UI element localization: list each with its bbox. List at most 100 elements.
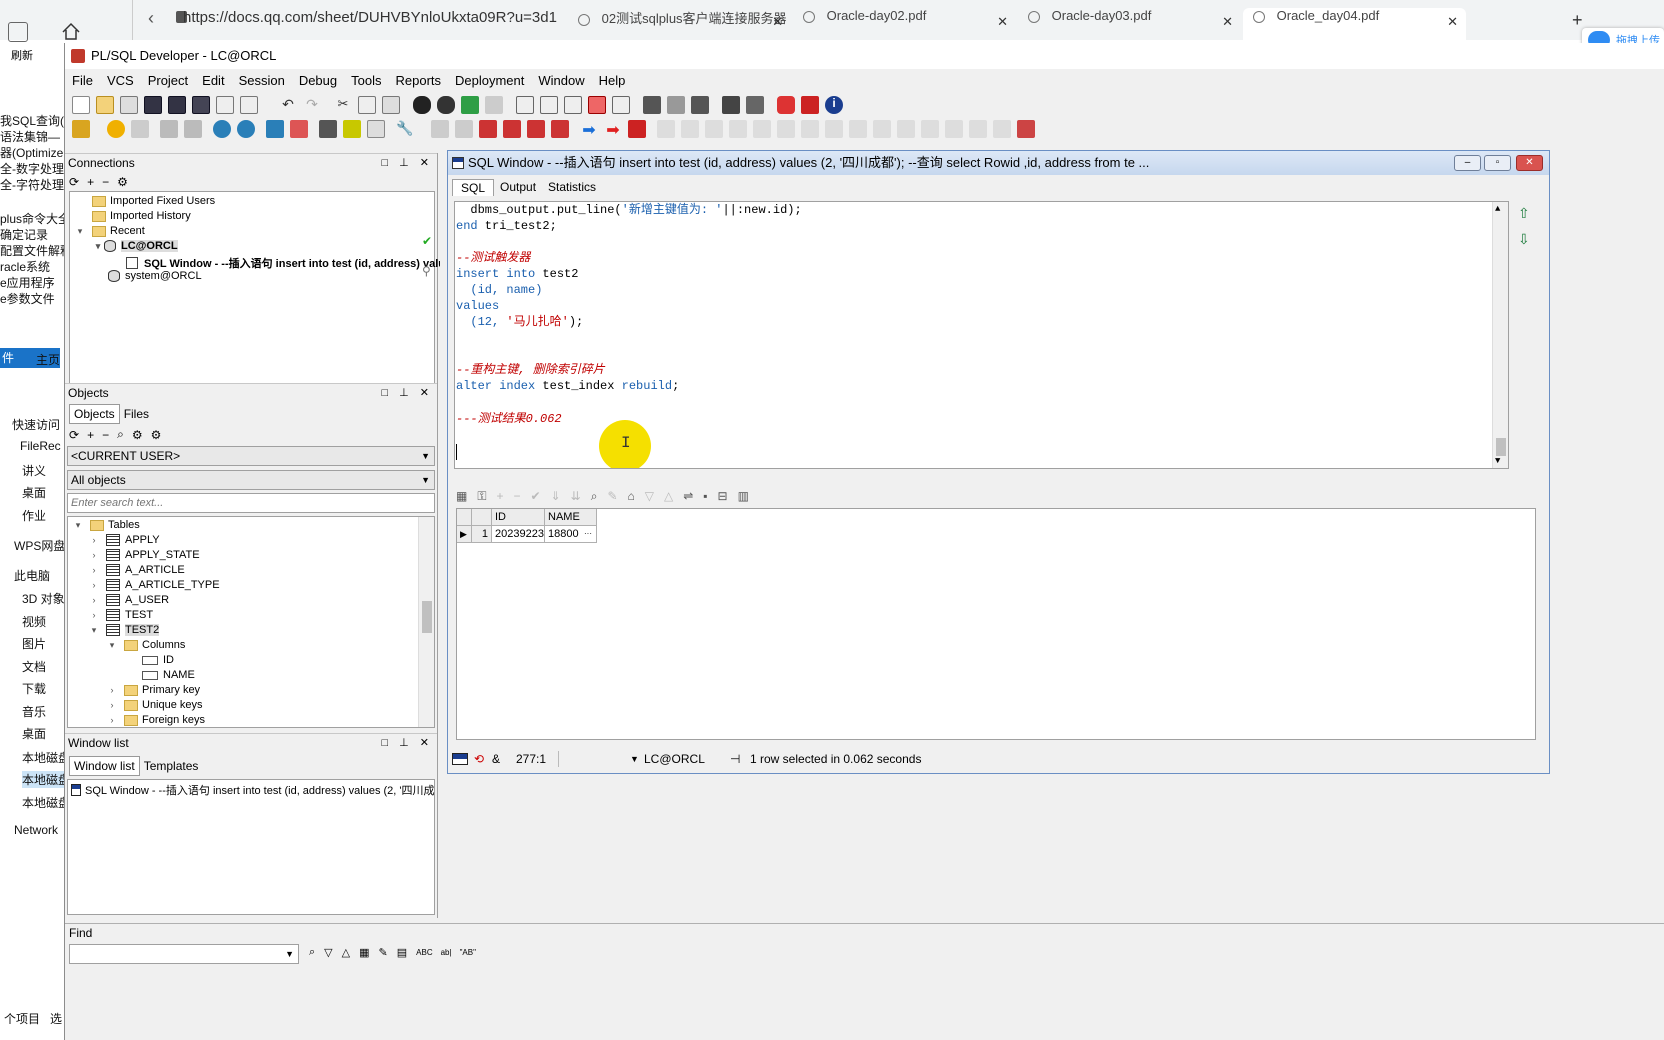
grid-select-icon[interactable]: ▦ — [456, 489, 477, 503]
cell-id[interactable]: 20239223 — [492, 526, 545, 543]
user-select[interactable]: <CURRENT USER> ▼ — [67, 446, 435, 466]
cell-name[interactable]: 18800 — [545, 526, 583, 543]
delete-record-icon[interactable]: − — [514, 489, 531, 503]
rollback-icon[interactable] — [184, 120, 202, 138]
add-record-icon[interactable]: + — [496, 489, 513, 503]
tool-f-icon[interactable] — [551, 120, 569, 138]
folder-item[interactable]: 作业 — [22, 507, 46, 524]
back-icon[interactable]: ‹ — [148, 8, 154, 29]
find-up-icon[interactable]: △ — [342, 946, 359, 959]
tab-files[interactable]: Files — [120, 405, 153, 423]
menu-vcs[interactable]: VCS — [100, 71, 141, 91]
scrollbar-thumb[interactable] — [1496, 438, 1506, 456]
tile-icon[interactable] — [746, 96, 764, 114]
chevron-down-icon[interactable]: ▼ — [630, 748, 639, 770]
tab-output[interactable]: Output — [494, 179, 542, 195]
add-icon[interactable]: + — [87, 428, 102, 442]
panel-controls[interactable]: □ ⊥ ✕ — [381, 734, 433, 752]
uppercase-icon[interactable] — [612, 96, 630, 114]
explorer-item[interactable]: 语法集锦— — [0, 128, 60, 145]
debug-k-icon[interactable] — [897, 120, 915, 138]
debug-f-icon[interactable] — [777, 120, 795, 138]
tree-node-table[interactable]: › A_ARTICLE_TYPE — [88, 579, 220, 591]
info-icon[interactable]: i — [825, 96, 843, 114]
explorer-item[interactable]: 全-字符处理 — [0, 176, 64, 193]
add-icon[interactable]: + — [87, 175, 102, 189]
folder-item[interactable]: 文档 — [22, 658, 46, 675]
find-icon[interactable] — [413, 96, 431, 114]
chevron-right-icon[interactable]: › — [88, 550, 100, 560]
wps-drive-item[interactable]: WPS网盘 — [14, 537, 64, 554]
new-tab-icon[interactable]: + — [1572, 10, 1583, 31]
minimize-button[interactable]: – — [1454, 155, 1481, 171]
tree-node-table[interactable]: › APPLY_STATE — [88, 549, 200, 561]
properties-icon[interactable]: ⚙ — [117, 175, 136, 189]
whole-word-icon[interactable]: ab| — [441, 948, 452, 957]
arrow-right-blue-icon[interactable]: ➡ — [580, 120, 598, 139]
chevron-right-icon[interactable]: › — [106, 700, 118, 710]
refresh-icon[interactable]: ⟳ — [69, 175, 87, 189]
tree-node-table[interactable]: › TEST — [88, 609, 153, 621]
redo-icon[interactable]: ↷ — [303, 96, 321, 114]
tab-templates[interactable]: Templates — [140, 757, 203, 775]
network-item[interactable]: Network — [14, 823, 58, 837]
cascade-icon[interactable] — [722, 96, 740, 114]
debug-b-icon[interactable] — [681, 120, 699, 138]
lock-icon[interactable]: ⚿ — [477, 489, 496, 504]
chevron-down-icon[interactable]: ▾ — [88, 625, 100, 636]
window3-icon[interactable] — [691, 96, 709, 114]
menu-edit[interactable]: Edit — [195, 71, 231, 91]
debug-i-icon[interactable] — [849, 120, 867, 138]
vertical-scrollbar[interactable] — [418, 517, 434, 727]
chevron-down-icon[interactable]: ▾ — [92, 241, 104, 252]
this-pc-item[interactable]: 此电脑 — [14, 567, 50, 584]
arrow-down-green-icon[interactable]: ⇩ — [1518, 231, 1530, 248]
object-filter-select[interactable]: All objects ▼ — [67, 470, 435, 490]
folder-item[interactable]: 桌面 — [22, 725, 46, 742]
close-icon[interactable]: ✕ — [1222, 14, 1233, 30]
tool-c-icon[interactable] — [479, 120, 497, 138]
chevron-down-icon[interactable]: ▾ — [74, 226, 86, 237]
browser-tab[interactable]: Oracle-day03.pdf ✕ — [1018, 8, 1241, 40]
find-input[interactable]: ▼ — [69, 944, 299, 964]
tool-b-icon[interactable] — [455, 120, 473, 138]
debug-m-icon[interactable] — [945, 120, 963, 138]
explorer-item[interactable]: plus命令大全 — [0, 210, 64, 227]
close-icon[interactable]: ✕ — [997, 14, 1008, 30]
panel-controls[interactable]: □ ⊥ ✕ — [381, 384, 433, 402]
debug-n-icon[interactable] — [969, 120, 987, 138]
debug-p-icon[interactable] — [1017, 120, 1035, 138]
debug-h-icon[interactable] — [825, 120, 843, 138]
close-button[interactable]: ✕ — [1516, 155, 1543, 171]
menu-help[interactable]: Help — [592, 71, 633, 91]
disconnect-icon[interactable] — [290, 120, 308, 138]
case-icon[interactable]: ▤ — [397, 946, 416, 959]
find-icon[interactable]: ⌕ — [117, 427, 132, 442]
scroll-up-icon[interactable]: ▲ — [1495, 204, 1500, 214]
remove-icon[interactable]: − — [102, 428, 117, 442]
folder-item[interactable]: 3D 对象 — [22, 590, 64, 607]
tab-statistics[interactable]: Statistics — [542, 179, 602, 195]
home-icon[interactable] — [60, 20, 82, 42]
menu-deployment[interactable]: Deployment — [448, 71, 531, 91]
folder-item[interactable]: 视频 — [22, 613, 46, 630]
cell-ellipsis-button[interactable]: ··· — [583, 526, 597, 543]
arrow-right-red-icon[interactable]: ➡ — [604, 120, 622, 139]
debug-e-icon[interactable] — [753, 120, 771, 138]
tab-sql[interactable]: SQL — [452, 178, 495, 196]
column-header-name[interactable]: NAME — [545, 509, 597, 526]
tree-node-table[interactable]: › APPLY — [88, 534, 160, 546]
tool-e-icon[interactable] — [527, 120, 545, 138]
explorer-item[interactable]: 器(Optimize — [0, 144, 63, 161]
last-page-icon[interactable]: ⇊ — [571, 489, 591, 503]
menu-project[interactable]: Project — [141, 71, 195, 91]
wizard-icon[interactable]: ⇌ — [683, 489, 703, 503]
menu-window[interactable]: Window — [531, 71, 591, 91]
tree-node-imported-fixed-users[interactable]: Imported Fixed Users — [92, 195, 215, 207]
goto-icon[interactable] — [461, 96, 479, 114]
tree-node-primary-key[interactable]: › Primary key — [106, 684, 201, 696]
report-icon[interactable] — [367, 120, 385, 138]
drive-item[interactable]: 本地磁盘 — [22, 749, 64, 766]
chevron-right-icon[interactable]: › — [106, 715, 118, 725]
panel-controls[interactable]: □ ⊥ ✕ — [381, 154, 433, 172]
